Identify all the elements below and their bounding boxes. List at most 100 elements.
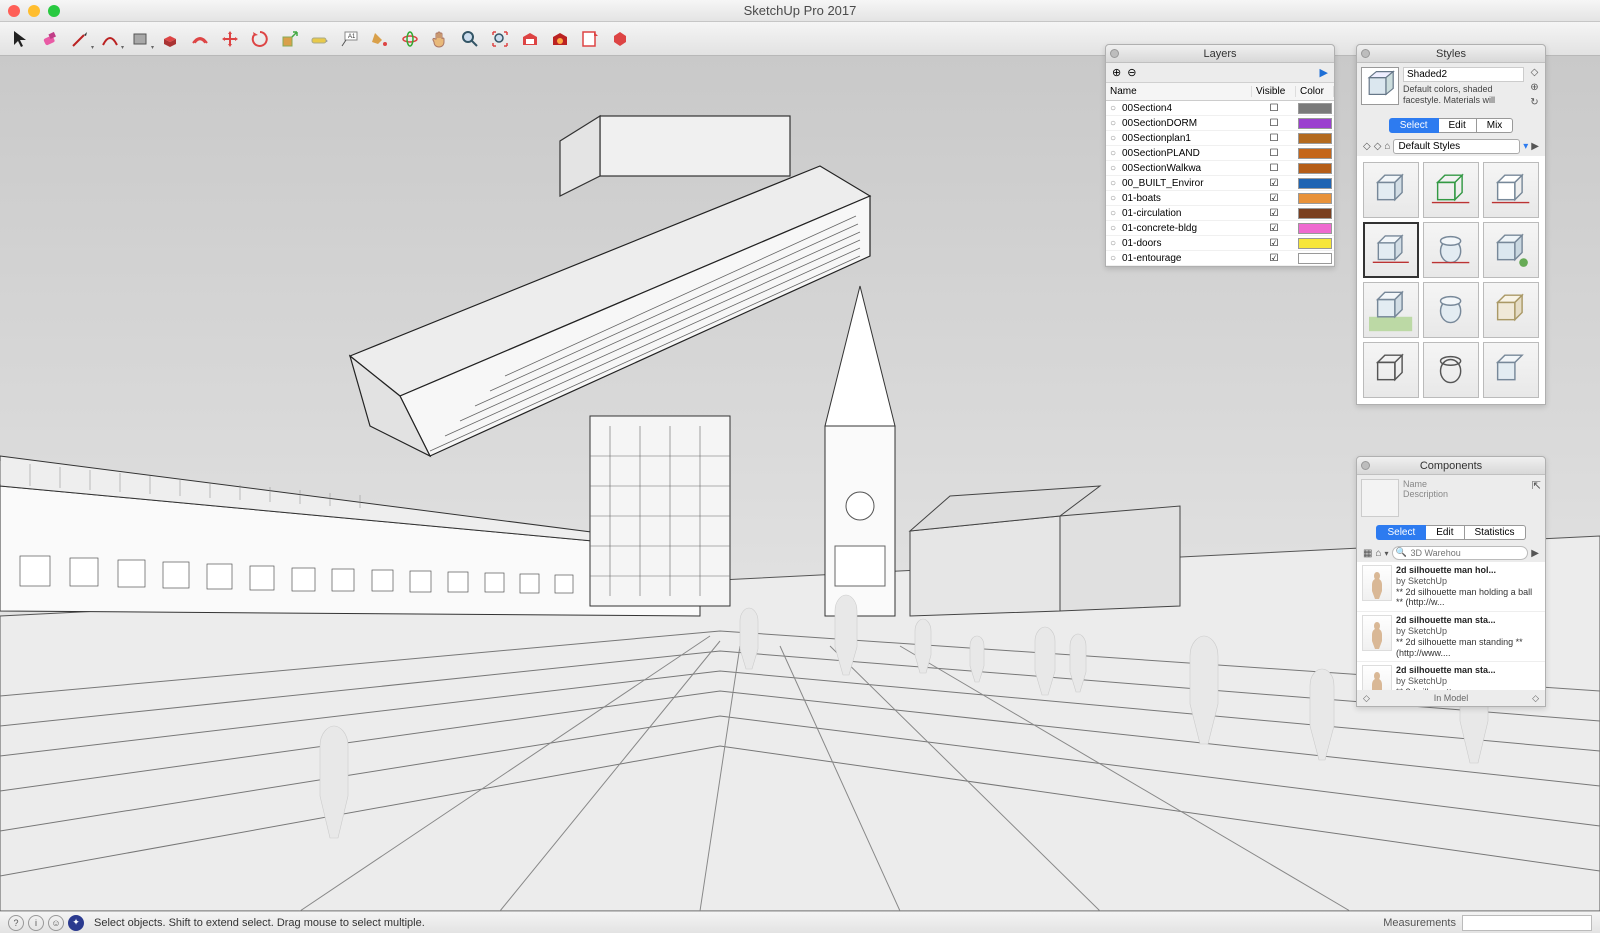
layer-name[interactable]: 01-doors: [1120, 238, 1252, 249]
pan-tool[interactable]: [426, 26, 454, 52]
layer-radio[interactable]: [1106, 178, 1120, 189]
style-item[interactable]: [1423, 342, 1479, 398]
orbit-tool[interactable]: [396, 26, 424, 52]
styles-panel-header[interactable]: Styles: [1357, 45, 1545, 63]
layer-name[interactable]: 00SectionDORM: [1120, 118, 1252, 129]
layer-radio[interactable]: [1106, 118, 1120, 129]
tab-edit[interactable]: Edit: [1439, 118, 1477, 133]
info-icon[interactable]: i: [28, 915, 44, 931]
tab-statistics[interactable]: Statistics: [1465, 525, 1526, 540]
dropdown-icon[interactable]: ▾: [1523, 141, 1528, 152]
search-input[interactable]: [1392, 546, 1529, 560]
layer-visible-checkbox[interactable]: ☑: [1252, 208, 1296, 219]
style-item[interactable]: [1483, 282, 1539, 338]
style-item[interactable]: [1363, 162, 1419, 218]
layer-row[interactable]: 00SectionWalkwa ☐: [1106, 161, 1334, 176]
layer-color-swatch[interactable]: [1298, 133, 1332, 144]
close-icon[interactable]: [8, 5, 20, 17]
user-icon[interactable]: ☺: [48, 915, 64, 931]
tape-tool[interactable]: [306, 26, 334, 52]
layer-row[interactable]: 01-concrete-bldg ☑: [1106, 221, 1334, 236]
col-name[interactable]: Name: [1106, 86, 1252, 97]
paint-tool[interactable]: [366, 26, 394, 52]
style-item[interactable]: [1423, 162, 1479, 218]
nav-fwd-icon[interactable]: ◇: [1374, 141, 1382, 152]
component-search[interactable]: [1392, 546, 1529, 560]
details-icon[interactable]: ▶: [1531, 141, 1539, 152]
layer-color-swatch[interactable]: [1298, 148, 1332, 159]
home-icon[interactable]: ⌂: [1384, 141, 1390, 152]
layer-visible-checkbox[interactable]: ☑: [1252, 178, 1296, 189]
tab-mix[interactable]: Mix: [1477, 118, 1514, 133]
add-layer-icon[interactable]: ⊕: [1112, 66, 1121, 79]
text-tool[interactable]: A1: [336, 26, 364, 52]
layer-row[interactable]: 01-circulation ☑: [1106, 206, 1334, 221]
next-icon[interactable]: ◇: [1532, 693, 1539, 704]
rotate-tool[interactable]: [246, 26, 274, 52]
layer-color-swatch[interactable]: [1298, 253, 1332, 264]
style-item[interactable]: [1423, 282, 1479, 338]
style-item[interactable]: [1363, 282, 1419, 338]
style-item[interactable]: [1363, 342, 1419, 398]
layer-radio[interactable]: [1106, 103, 1120, 114]
components-list[interactable]: 2d silhouette man hol... by SketchUp ** …: [1357, 562, 1545, 690]
component-item[interactable]: 2d silhouette man sta... by SketchUp ** …: [1357, 662, 1545, 690]
components-panel-header[interactable]: Components: [1357, 457, 1545, 475]
line-tool[interactable]: ▾: [66, 26, 94, 52]
prev-icon[interactable]: ◇: [1363, 693, 1370, 704]
layer-name[interactable]: 00Sectionplan1: [1120, 133, 1252, 144]
shapes-tool[interactable]: ▾: [126, 26, 154, 52]
layer-visible-checkbox[interactable]: ☐: [1252, 163, 1296, 174]
home-icon[interactable]: ⌂: [1375, 548, 1381, 559]
layers-list[interactable]: 00Section4 ☐ 00SectionDORM ☐ 00Sectionpl…: [1106, 101, 1334, 266]
col-visible[interactable]: Visible: [1252, 86, 1296, 97]
components-panel[interactable]: Components Name Description ⇱ Select Edi…: [1356, 456, 1546, 707]
scale-tool[interactable]: [276, 26, 304, 52]
minimize-icon[interactable]: [28, 5, 40, 17]
layer-name[interactable]: 01-concrete-bldg: [1120, 223, 1252, 234]
component-item[interactable]: 2d silhouette man sta... by SketchUp ** …: [1357, 612, 1545, 662]
layer-name[interactable]: 00SectionWalkwa: [1120, 163, 1252, 174]
style-update-icon[interactable]: ↻: [1528, 97, 1541, 110]
layer-radio[interactable]: [1106, 193, 1120, 204]
layer-color-swatch[interactable]: [1298, 223, 1332, 234]
layer-visible-checkbox[interactable]: ☑: [1252, 223, 1296, 234]
layout-tool[interactable]: [576, 26, 604, 52]
warehouse-tool[interactable]: [516, 26, 544, 52]
layer-color-swatch[interactable]: [1298, 193, 1332, 204]
layer-name[interactable]: 00Section4: [1120, 103, 1252, 114]
layer-row[interactable]: 00SectionDORM ☐: [1106, 116, 1334, 131]
layer-row[interactable]: 00SectionPLAND ☐: [1106, 146, 1334, 161]
layer-visible-checkbox[interactable]: ☑: [1252, 193, 1296, 204]
layer-visible-checkbox[interactable]: ☑: [1252, 253, 1296, 264]
zoom-extents-tool[interactable]: [486, 26, 514, 52]
ext-warehouse-tool[interactable]: [546, 26, 574, 52]
layer-radio[interactable]: [1106, 253, 1120, 264]
layers-panel-header[interactable]: Layers: [1106, 45, 1334, 63]
component-item[interactable]: 2d silhouette man hol... by SketchUp ** …: [1357, 562, 1545, 612]
tab-select[interactable]: Select: [1389, 118, 1439, 133]
layer-radio[interactable]: [1106, 163, 1120, 174]
layer-row[interactable]: 01-entourage ☑: [1106, 251, 1334, 266]
pushpull-tool[interactable]: [156, 26, 184, 52]
layer-row[interactable]: 00_BUILT_Enviror ☑: [1106, 176, 1334, 191]
style-collection-select[interactable]: Default Styles: [1393, 139, 1520, 154]
layer-name[interactable]: 01-circulation: [1120, 208, 1252, 219]
layer-color-swatch[interactable]: [1298, 118, 1332, 129]
layer-radio[interactable]: [1106, 133, 1120, 144]
eraser-tool[interactable]: [36, 26, 64, 52]
select-tool[interactable]: [6, 26, 34, 52]
layer-visible-checkbox[interactable]: ☐: [1252, 103, 1296, 114]
layer-radio[interactable]: [1106, 223, 1120, 234]
col-color[interactable]: Color: [1296, 86, 1334, 97]
offset-tool[interactable]: [186, 26, 214, 52]
layer-row[interactable]: 01-boats ☑: [1106, 191, 1334, 206]
styles-panel[interactable]: Styles Shaded2 Default colors, shaded fa…: [1356, 44, 1546, 405]
layer-name[interactable]: 00_BUILT_Enviror: [1120, 178, 1252, 189]
layer-color-swatch[interactable]: [1298, 178, 1332, 189]
layer-visible-checkbox[interactable]: ☐: [1252, 133, 1296, 144]
extension-manager-tool[interactable]: [606, 26, 634, 52]
layers-menu-icon[interactable]: ▶: [1320, 66, 1328, 79]
measurements-input[interactable]: [1462, 915, 1592, 931]
layer-name[interactable]: 00SectionPLAND: [1120, 148, 1252, 159]
